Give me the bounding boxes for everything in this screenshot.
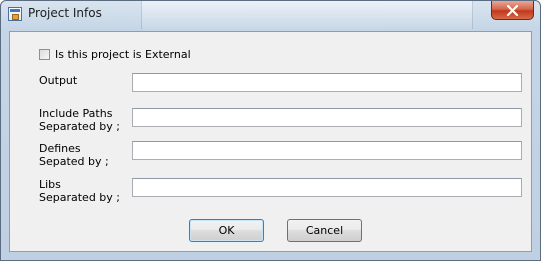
project-infos-dialog: Project Infos Is this project is Externa… (0, 0, 541, 261)
dialog-body: Is this project is External Output Inclu… (9, 31, 532, 252)
ok-button[interactable]: OK (189, 219, 264, 242)
output-input[interactable] (132, 73, 522, 92)
title-bar[interactable]: Project Infos (1, 1, 540, 29)
defines-label: Defines Sepated by ; (39, 142, 109, 168)
window-title: Project Infos (28, 6, 102, 20)
close-button[interactable] (491, 1, 534, 20)
include-paths-label: Include Paths Separated by ; (39, 107, 120, 133)
external-checkbox[interactable] (39, 49, 50, 60)
output-label: Output (39, 74, 78, 87)
external-checkbox-label[interactable]: Is this project is External (55, 48, 191, 61)
cancel-button[interactable]: Cancel (287, 219, 362, 242)
defines-input[interactable] (132, 141, 522, 160)
libs-label: Libs Separated by ; (39, 178, 120, 204)
project-window-icon (8, 7, 22, 21)
close-icon (506, 4, 519, 16)
external-checkbox-row[interactable]: Is this project is External (39, 48, 191, 61)
include-paths-input[interactable] (132, 108, 522, 127)
libs-input[interactable] (132, 178, 522, 197)
